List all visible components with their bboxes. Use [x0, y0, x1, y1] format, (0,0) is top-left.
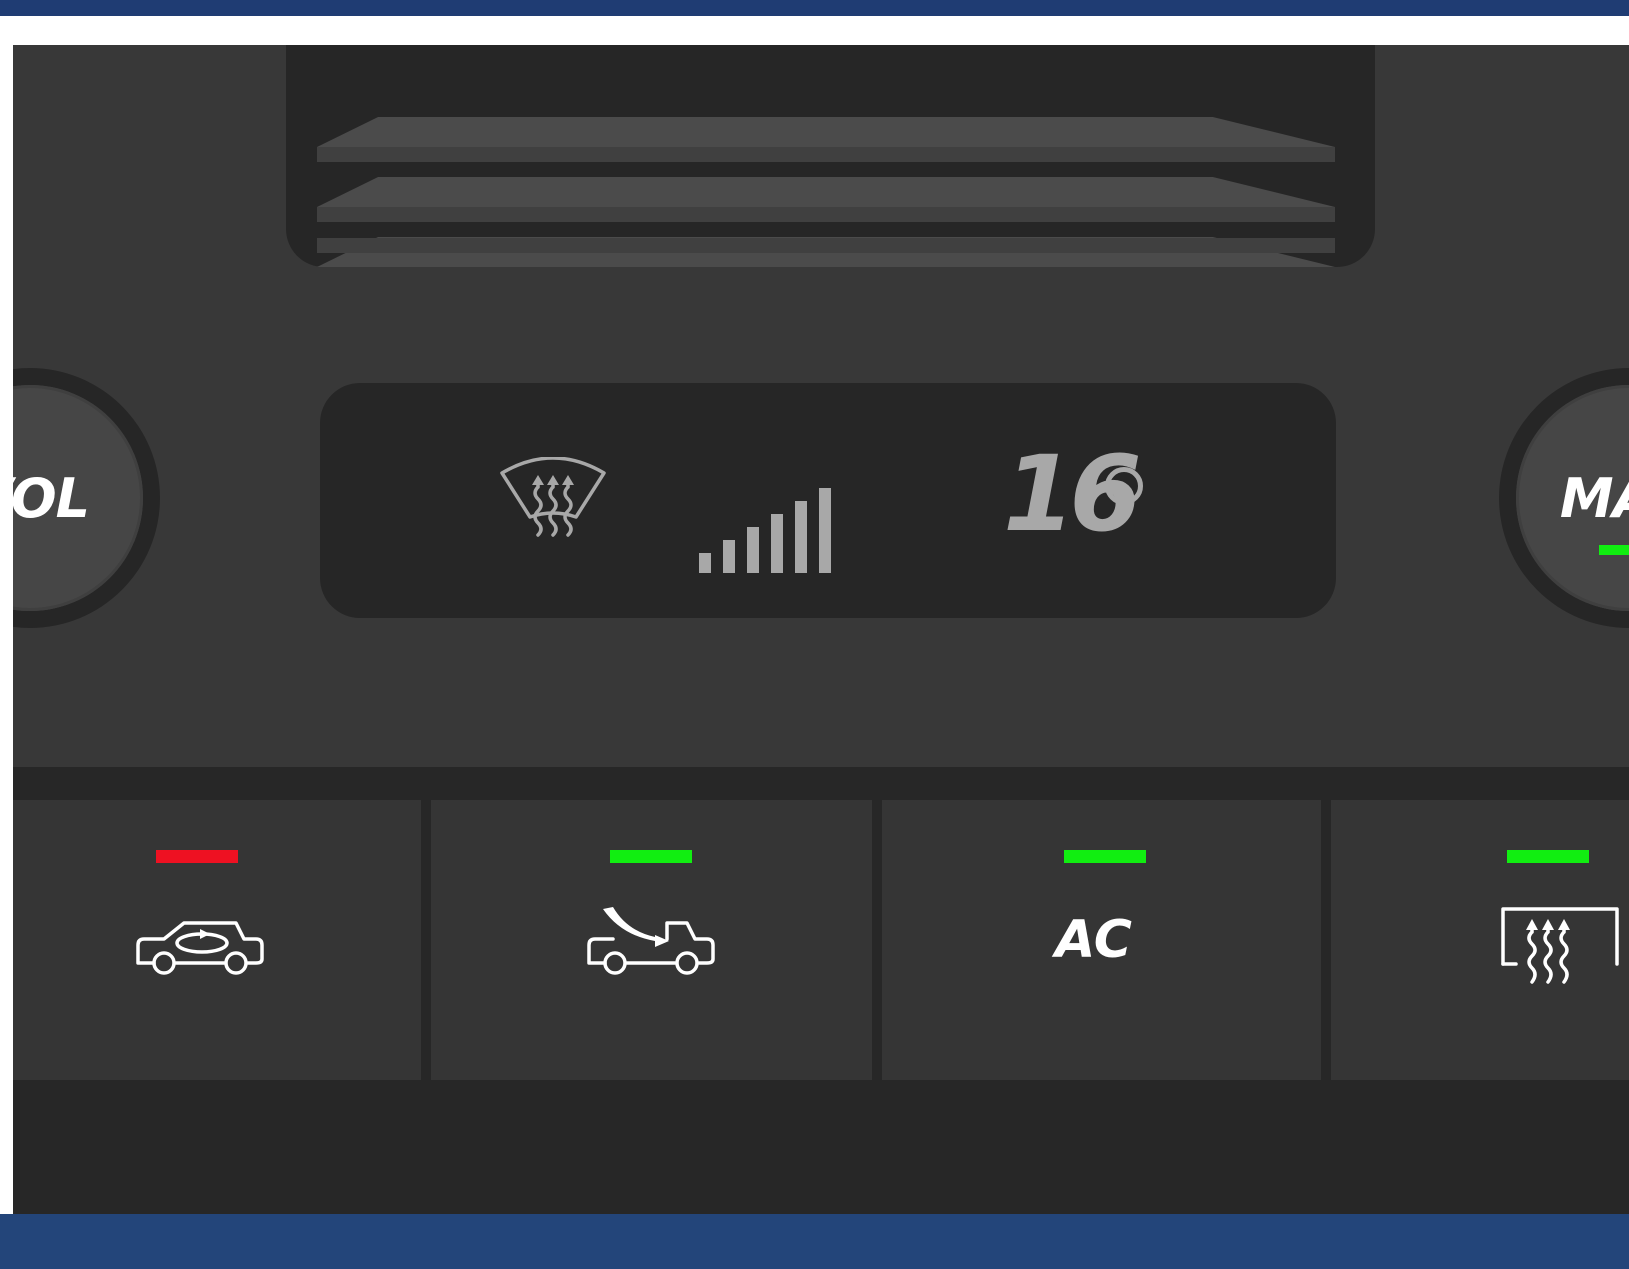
ac-indicator-light	[1064, 850, 1146, 863]
recirculation-indicator-light	[156, 850, 238, 863]
fan-speed-bar	[795, 501, 807, 573]
climate-control-panel: VOL MAX 16	[13, 45, 1629, 1214]
rear-defrost-indicator-light	[1507, 850, 1589, 863]
top-frame-bar	[0, 0, 1629, 16]
car-recirculation-icon	[136, 921, 264, 975]
volume-knob-label: VOL	[13, 467, 90, 530]
vent-slat[interactable]	[317, 177, 1335, 222]
vent-slat-front	[317, 238, 1335, 253]
max-knob[interactable]: MAX	[1499, 368, 1629, 628]
ac-button-label: AC	[1055, 910, 1132, 970]
button-row: AC	[13, 767, 1629, 1214]
fan-speed-bar	[771, 514, 783, 573]
max-knob-label: MAX	[1559, 467, 1629, 530]
rear-defrost-button[interactable]	[1331, 800, 1629, 1080]
vent-slat[interactable]	[317, 117, 1335, 162]
air-vent	[286, 45, 1375, 267]
fan-speed-bar	[819, 488, 831, 573]
bottom-frame-bar	[0, 1214, 1629, 1269]
recirculation-button[interactable]	[13, 800, 421, 1080]
fan-speed-bar	[747, 527, 759, 573]
volume-knob[interactable]: VOL	[13, 368, 160, 628]
fresh-air-indicator-light	[610, 850, 692, 863]
car-fresh-air-icon	[587, 907, 715, 975]
degree-symbol	[1105, 467, 1143, 505]
fan-speed-bar	[723, 540, 735, 573]
max-indicator-light	[1599, 545, 1629, 555]
fan-speed-bar	[699, 553, 711, 573]
windshield-defrost-icon	[500, 457, 606, 537]
fresh-air-button[interactable]	[431, 800, 872, 1080]
climate-display: 16	[320, 383, 1336, 618]
volume-knob-face: VOL	[13, 385, 143, 611]
fan-speed-bars	[699, 488, 831, 573]
rear-defrost-icon	[1501, 907, 1619, 984]
ac-button[interactable]: AC	[882, 800, 1321, 1080]
